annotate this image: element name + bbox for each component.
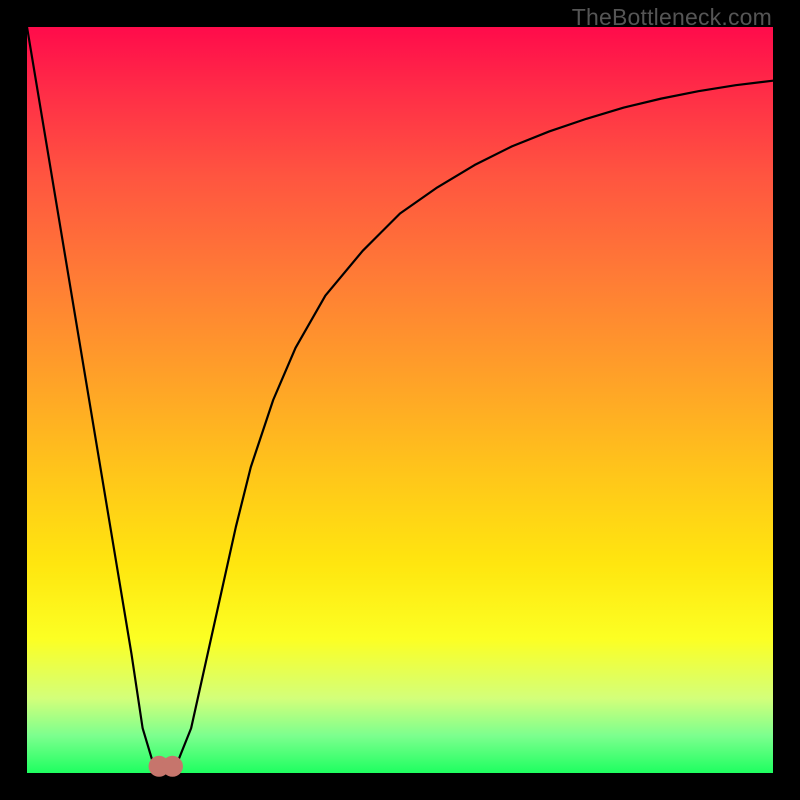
min-markers [149,756,183,777]
bottleneck-curve [27,27,773,773]
chart-frame: TheBottleneck.com [0,0,800,800]
plot-area [27,27,773,773]
min-marker-right [162,756,183,777]
chart-svg [27,27,773,773]
